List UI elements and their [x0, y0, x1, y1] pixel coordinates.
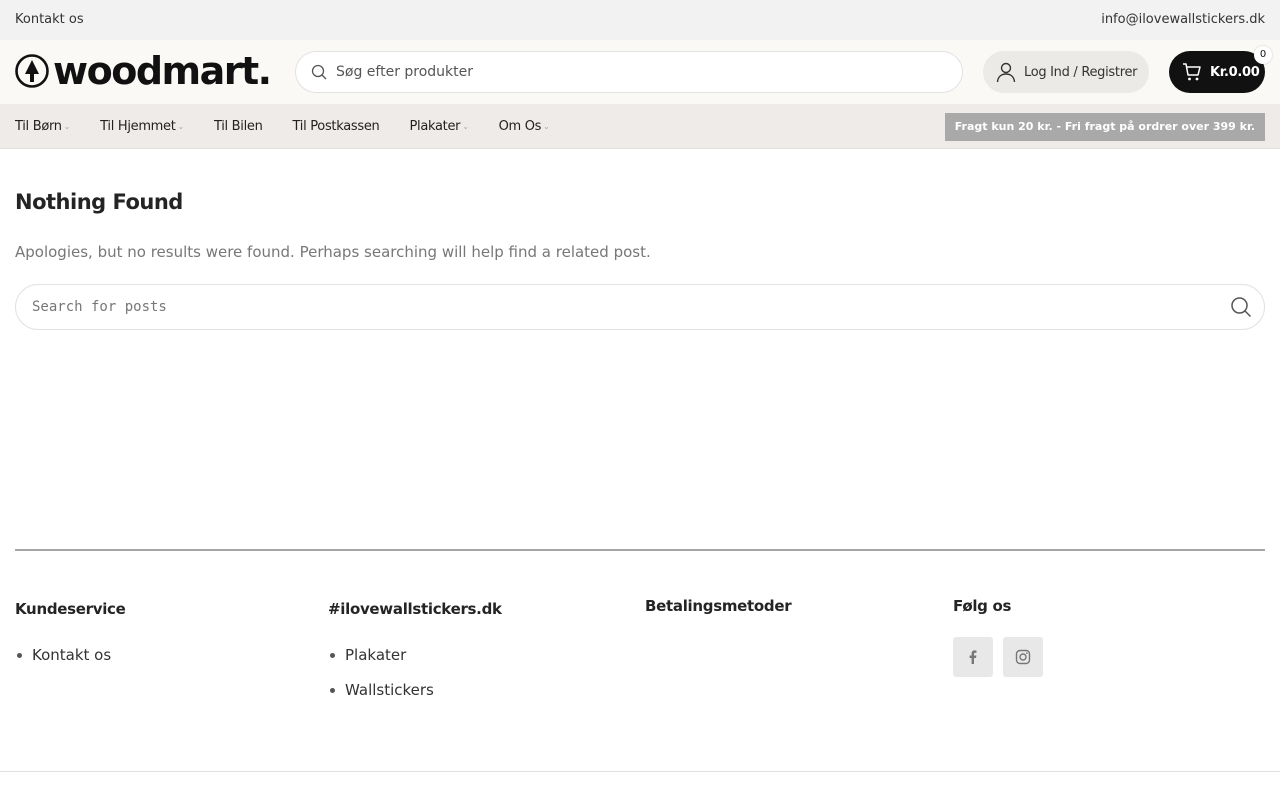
no-results-message: Apologies, but no results were found. Pe… — [15, 243, 651, 261]
nav-item-label: Til Børn — [15, 119, 62, 134]
login-label: Log Ind / Registrer — [1024, 64, 1138, 80]
footer-divider — [15, 549, 1265, 551]
chevron-down-icon: ⌄ — [543, 122, 550, 131]
chevron-down-icon: ⌄ — [63, 122, 71, 131]
site-logo[interactable]: woodmart. — [15, 49, 272, 93]
post-search-input[interactable] — [32, 285, 1212, 329]
nav-item-plakater[interactable]: Plakater ⌄ — [409, 119, 468, 134]
footer-column-follow: Følg os — [953, 597, 1011, 615]
search-icon — [311, 64, 327, 80]
footer-bottom-divider — [0, 771, 1280, 772]
cart-count-badge: 0 — [1254, 46, 1272, 64]
post-search-bar[interactable] — [15, 284, 1265, 330]
page-title: Nothing Found — [15, 190, 183, 214]
search-icon[interactable] — [1230, 296, 1252, 318]
footer-heading: Kundeservice — [15, 600, 126, 618]
chevron-down-icon: ⌄ — [177, 122, 185, 131]
main-navigation: Til Børn ⌄ Til Hjemmet ⌄ Til Bilen Til Pos… — [0, 104, 1280, 149]
nav-item-label: Til Bilen — [213, 119, 263, 134]
nav-item-til-born[interactable]: Til Børn ⌄ — [15, 119, 70, 134]
user-icon — [996, 62, 1016, 83]
cart-icon — [1183, 63, 1201, 81]
shipping-promo-banner: Fragt kun 20 kr. - Fri fragt på ordrer o… — [944, 113, 1265, 141]
footer-link-plakater[interactable]: Plakater — [328, 646, 502, 664]
tree-logo-icon — [15, 54, 49, 88]
nav-item-label: Til Hjemmet — [100, 119, 176, 134]
footer-heading: Følg os — [953, 597, 1012, 615]
cart-amount: Kr.0.00 — [1210, 64, 1260, 80]
chevron-down-icon: ⌄ — [462, 122, 469, 131]
cart-button[interactable]: Kr.0.00 0 — [1169, 46, 1272, 93]
instagram-icon — [1015, 649, 1031, 665]
product-search-bar[interactable] — [295, 51, 963, 93]
nav-item-til-bilen[interactable]: Til Bilen — [214, 119, 263, 134]
instagram-link[interactable] — [1003, 637, 1043, 677]
facebook-icon — [969, 650, 977, 664]
social-links — [953, 637, 1053, 677]
footer-heading: Betalingsmetoder — [645, 597, 792, 615]
footer-heading: #ilovewallstickers.dk — [328, 600, 502, 618]
nav-item-label: Til Postkassen — [292, 119, 380, 134]
nav-item-til-postkassen[interactable]: Til Postkassen — [293, 119, 380, 134]
logo-text: woodmart. — [53, 49, 272, 93]
topbar-email-link[interactable]: info@ilovewallstickers.dk — [1101, 12, 1265, 27]
footer-column-kundeservice: Kundeservice Kontakt os — [15, 600, 126, 681]
footer-link-kontakt[interactable]: Kontakt os — [15, 646, 126, 664]
footer-link-wallstickers[interactable]: Wallstickers — [328, 681, 502, 699]
topbar-contact-link[interactable]: Kontakt os — [15, 12, 84, 27]
product-search-input[interactable] — [336, 52, 936, 92]
footer-column-payment: Betalingsmetoder — [645, 597, 792, 615]
facebook-link[interactable] — [953, 637, 993, 677]
nav-item-label: Plakater — [409, 119, 461, 134]
nav-item-til-hjemmet[interactable]: Til Hjemmet ⌄ — [100, 119, 184, 134]
top-bar: Kontakt os info@ilovewallstickers.dk — [0, 0, 1280, 40]
nav-item-label: Om Os — [498, 119, 542, 134]
login-register-button[interactable]: Log Ind / Registrer — [983, 51, 1149, 93]
site-header: woodmart. Log Ind / Registrer Kr.0.00 0 — [0, 40, 1280, 104]
footer-column-brand: #ilovewallstickers.dk Plakater Wallstick… — [328, 600, 502, 716]
nav-item-om-os[interactable]: Om Os ⌄ — [499, 119, 550, 134]
